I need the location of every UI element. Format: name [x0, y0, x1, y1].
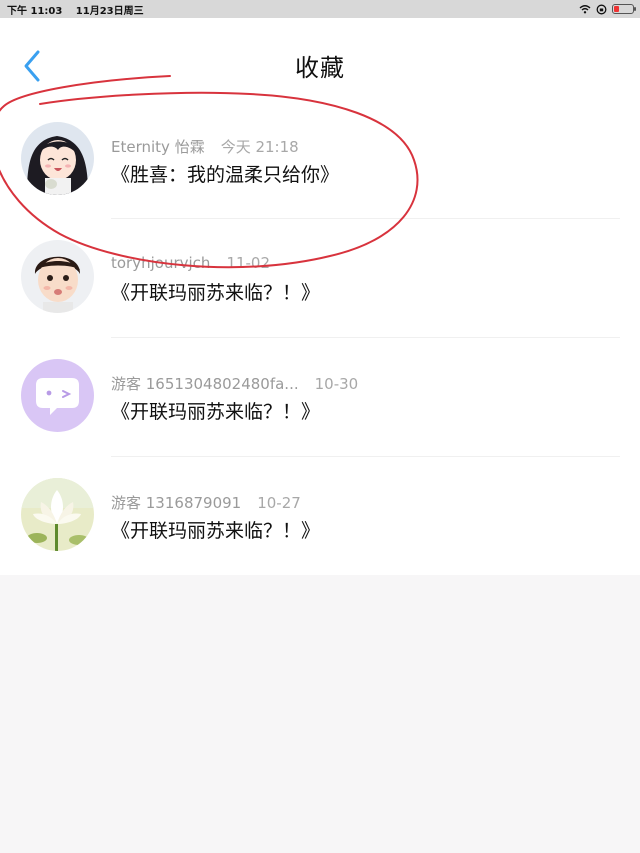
- status-right: [579, 4, 636, 15]
- author-name: toryhjourvjch: [111, 254, 211, 272]
- author-name: 游客 1316879091: [111, 494, 242, 512]
- item-meta: toryhjourvjch 11-02: [111, 254, 270, 272]
- item-meta: 游客 1316879091 10-27: [111, 492, 301, 513]
- battery-icon: [612, 4, 636, 14]
- status-bar: 下午 11:03 11月23日周三: [0, 0, 640, 18]
- favorites-page: 下午 11:03 11月23日周三 收藏 Eternity 怡霖 今天 21:1…: [0, 0, 640, 853]
- author-name: 游客 1651304802480fa...: [111, 375, 299, 393]
- lotus-flower-avatar-icon: [21, 478, 94, 551]
- story-title: 《开联玛丽苏来临？！》: [111, 401, 321, 423]
- child-photo-avatar-icon: [21, 240, 94, 313]
- list-item[interactable]: toryhjourvjch 11-02 《开联玛丽苏来临？！》: [0, 218, 640, 336]
- orientation-lock-icon: [596, 4, 607, 14]
- status-date: 11月23日周三: [75, 5, 144, 17]
- avatar: [21, 122, 94, 195]
- item-date: 10-30: [314, 375, 359, 393]
- favorites-list: Eternity 怡霖 今天 21:18 《胜喜：我的温柔只给你》 toryhj…: [0, 100, 640, 575]
- item-meta: Eternity 怡霖 今天 21:18: [111, 136, 299, 157]
- list-item[interactable]: 游客 1651304802480fa... 10-30 《开联玛丽苏来临？！》: [0, 337, 640, 455]
- status-left: 下午 11:03 11月23日周三: [7, 2, 154, 17]
- story-title: 《开联玛丽苏来临？！》: [111, 520, 321, 542]
- item-date: 11-02: [226, 254, 271, 272]
- avatar: [21, 478, 94, 551]
- story-title: 《胜喜：我的温柔只给你》: [111, 164, 340, 186]
- page-title: 收藏: [295, 54, 345, 82]
- chat-bubble-avatar-icon: [21, 359, 94, 432]
- avatar: [21, 240, 94, 313]
- list-item[interactable]: Eternity 怡霖 今天 21:18 《胜喜：我的温柔只给你》: [0, 100, 640, 218]
- avatar: [21, 359, 94, 432]
- item-date: 10-27: [257, 494, 301, 512]
- list-item[interactable]: 游客 1316879091 10-27 《开联玛丽苏来临？！》: [0, 456, 640, 574]
- status-time: 下午 11:03: [7, 5, 63, 17]
- nav-header: 收藏: [0, 18, 640, 100]
- author-name: Eternity 怡霖: [111, 138, 205, 156]
- wifi-icon: [579, 5, 591, 14]
- item-date: 今天 21:18: [220, 138, 299, 156]
- anime-girl-avatar-icon: [21, 122, 94, 195]
- story-title: 《开联玛丽苏来临？！》: [111, 282, 321, 304]
- item-meta: 游客 1651304802480fa... 10-30: [111, 373, 358, 394]
